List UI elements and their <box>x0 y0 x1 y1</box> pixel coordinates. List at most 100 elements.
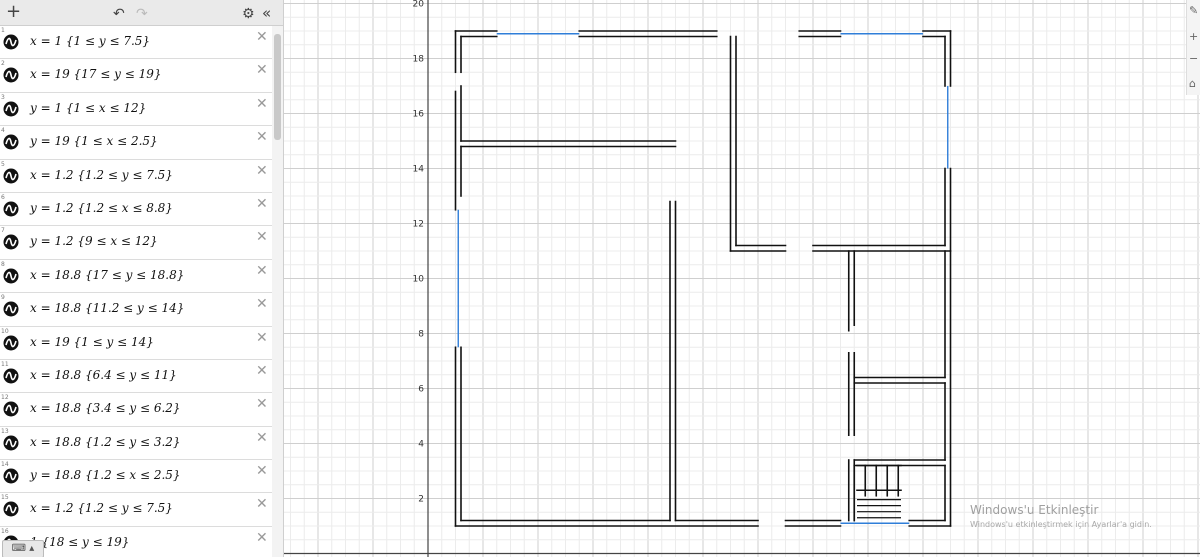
expression-row[interactable]: 14 y = 18.8 {1.2 ≤ x ≤ 2.5} ✕ <box>0 460 272 494</box>
graph-style-icon[interactable] <box>3 168 19 184</box>
expression-number: 12 <box>1 394 9 402</box>
activation-watermark-text: Windows'u etkinleştirmek için Ayarlar'a … <box>970 520 1152 529</box>
close-icon[interactable]: ✕ <box>256 496 268 512</box>
y-tick-label: 20 <box>413 0 425 10</box>
expression-number: 16 <box>1 527 9 535</box>
expression-row[interactable]: 13 x = 18.8 {1.2 ≤ y ≤ 3.2} ✕ <box>0 427 272 461</box>
graph-style-icon[interactable] <box>3 268 19 284</box>
expression-number: 15 <box>1 494 9 502</box>
y-tick-label: 2 <box>418 495 424 505</box>
expression-text[interactable]: y = 19 {1 ≤ x ≤ 2.5} <box>30 134 158 148</box>
scrollbar-thumb[interactable] <box>274 34 281 140</box>
undo-button[interactable]: ↶ <box>113 4 125 24</box>
wrench-icon[interactable]: ✎ <box>1189 4 1198 17</box>
y-tick-label: 14 <box>413 165 425 175</box>
expression-row[interactable]: 3 y = 1 {1 ≤ x ≤ 12} ✕ <box>0 93 272 127</box>
close-icon[interactable]: ✕ <box>256 129 268 145</box>
graph-style-icon[interactable] <box>3 401 19 417</box>
expression-text[interactable]: x = 19 {17 ≤ y ≤ 19} <box>30 67 162 81</box>
graph-style-icon[interactable] <box>3 201 19 217</box>
graph-style-icon[interactable] <box>3 67 19 83</box>
expression-row[interactable]: 11 x = 18.8 {6.4 ≤ y ≤ 11} ✕ <box>0 360 272 394</box>
expression-number: 11 <box>1 360 9 368</box>
graph-style-icon[interactable] <box>3 368 19 384</box>
y-tick-label: 10 <box>413 275 425 285</box>
keyboard-toggle-button[interactable]: ⌨ ▴ <box>2 540 44 557</box>
expression-number: 14 <box>1 461 9 469</box>
expression-number: 4 <box>1 127 5 135</box>
graph-tools: ✎ + − ⌂ <box>1186 0 1200 95</box>
graph-style-icon[interactable] <box>3 134 19 150</box>
expression-text[interactable]: y = 1.2 {1.2 ≤ x ≤ 8.8} <box>30 201 173 215</box>
scrollbar[interactable] <box>272 26 283 557</box>
expression-text[interactable]: x = 18.8 {6.4 ≤ y ≤ 11} <box>30 368 177 382</box>
graph-style-icon[interactable] <box>3 101 19 117</box>
collapse-panel-button[interactable]: « <box>262 3 271 23</box>
activation-watermark-title: Windows'u Etkinleştir <box>970 503 1099 517</box>
close-icon[interactable]: ✕ <box>256 463 268 479</box>
graph-style-icon[interactable] <box>3 234 19 250</box>
zoom-in-button[interactable]: + <box>1189 30 1198 43</box>
expression-row[interactable]: 15 x = 1.2 {1.2 ≤ y ≤ 7.5} ✕ <box>0 493 272 527</box>
expression-number: 13 <box>1 427 9 435</box>
expression-text[interactable]: y = 18.8 {1.2 ≤ x ≤ 2.5} <box>30 468 181 482</box>
graph-style-icon[interactable] <box>3 335 19 351</box>
y-tick-label: 18 <box>413 55 425 65</box>
expression-number: 3 <box>1 93 5 101</box>
zoom-out-button[interactable]: − <box>1189 52 1198 65</box>
expression-text[interactable]: x = 18.8 {17 ≤ y ≤ 18.8} <box>30 268 184 282</box>
settings-gear-icon[interactable]: ⚙ <box>242 4 255 24</box>
expression-text[interactable]: y = 1 {1 ≤ x ≤ 12} <box>30 101 146 115</box>
close-icon[interactable]: ✕ <box>256 430 268 446</box>
close-icon[interactable]: ✕ <box>256 396 268 412</box>
expression-row[interactable]: 7 y = 1.2 {9 ≤ x ≤ 12} ✕ <box>0 226 272 260</box>
close-icon[interactable]: ✕ <box>256 263 268 279</box>
close-icon[interactable]: ✕ <box>256 96 268 112</box>
expression-number: 7 <box>1 227 5 235</box>
close-icon[interactable]: ✕ <box>256 163 268 179</box>
expression-text[interactable]: x = 1.2 {1.2 ≤ y ≤ 7.5} <box>30 501 173 515</box>
expression-text[interactable]: 1 {18 ≤ y ≤ 19} <box>30 535 129 549</box>
home-icon[interactable]: ⌂ <box>1189 77 1196 90</box>
close-icon[interactable]: ✕ <box>256 62 268 78</box>
graph-style-icon[interactable] <box>3 435 19 451</box>
close-icon[interactable]: ✕ <box>256 196 268 212</box>
expression-row[interactable]: 2 x = 19 {17 ≤ y ≤ 19} ✕ <box>0 59 272 93</box>
expression-text[interactable]: x = 19 {1 ≤ y ≤ 14} <box>30 335 154 349</box>
expression-text[interactable]: x = 18.8 {11.2 ≤ y ≤ 14} <box>30 301 184 315</box>
expression-row[interactable]: 9 x = 18.8 {11.2 ≤ y ≤ 14} ✕ <box>0 293 272 327</box>
add-expression-button[interactable]: + <box>6 2 21 22</box>
graph-style-icon[interactable] <box>3 34 19 50</box>
expression-list: 1 x = 1 {1 ≤ y ≤ 7.5} ✕ 2 x = 19 {17 ≤ y ≤ 1… <box>0 26 272 557</box>
expression-text[interactable]: x = 1.2 {1.2 ≤ y ≤ 7.5} <box>30 168 173 182</box>
graph-style-icon[interactable] <box>3 501 19 517</box>
expression-row[interactable]: 6 y = 1.2 {1.2 ≤ x ≤ 8.8} ✕ <box>0 193 272 227</box>
close-icon[interactable]: ✕ <box>256 29 268 45</box>
y-tick-label: 12 <box>413 220 424 230</box>
redo-button[interactable]: ↷ <box>136 4 148 24</box>
expression-text[interactable]: x = 18.8 {1.2 ≤ y ≤ 3.2} <box>30 435 181 449</box>
expression-row[interactable]: 4 y = 19 {1 ≤ x ≤ 2.5} ✕ <box>0 126 272 160</box>
close-icon[interactable]: ✕ <box>256 229 268 245</box>
expression-row[interactable]: 5 x = 1.2 {1.2 ≤ y ≤ 7.5} ✕ <box>0 160 272 193</box>
y-tick-label: 8 <box>418 330 424 340</box>
expression-row[interactable]: 10 x = 19 {1 ≤ y ≤ 14} ✕ <box>0 327 272 360</box>
expression-text[interactable]: y = 1.2 {9 ≤ x ≤ 12} <box>30 234 158 248</box>
expression-row[interactable]: 12 x = 18.8 {3.4 ≤ y ≤ 6.2} ✕ <box>0 393 272 427</box>
close-icon[interactable]: ✕ <box>256 530 268 546</box>
close-icon[interactable]: ✕ <box>256 363 268 379</box>
expression-number: 10 <box>1 327 9 335</box>
expression-text[interactable]: x = 1 {1 ≤ y ≤ 7.5} <box>30 34 150 48</box>
graph-canvas[interactable]: 2 4 6 8 10 12 14 16 18 20 <box>284 0 1200 557</box>
y-tick-label: 16 <box>413 110 425 120</box>
close-icon[interactable]: ✕ <box>256 330 268 346</box>
expression-row[interactable]: 1 x = 1 {1 ≤ y ≤ 7.5} ✕ <box>0 26 272 60</box>
graph-style-icon[interactable] <box>3 468 19 484</box>
graph-style-icon[interactable] <box>3 301 19 317</box>
close-icon[interactable]: ✕ <box>256 296 268 312</box>
y-tick-label: 4 <box>418 440 424 450</box>
expression-row[interactable]: 8 x = 18.8 {17 ≤ y ≤ 18.8} ✕ <box>0 260 272 294</box>
expression-number: 8 <box>1 260 5 268</box>
expression-number: 9 <box>1 294 5 302</box>
expression-text[interactable]: x = 18.8 {3.4 ≤ y ≤ 6.2} <box>30 401 181 415</box>
